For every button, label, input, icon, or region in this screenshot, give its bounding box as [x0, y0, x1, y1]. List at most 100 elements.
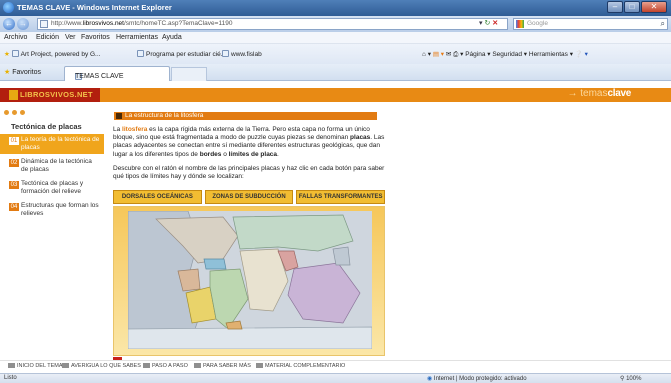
sidebar-item-4[interactable]: 04 Estructuras que forman los relieves	[0, 200, 104, 220]
address-actions: ▾ ↻ ✕	[479, 19, 498, 27]
nav-bullet-icon	[8, 363, 15, 368]
nav-averigua[interactable]: AVERIGUA LO QUE SABES	[62, 363, 141, 369]
page-icon	[137, 50, 144, 57]
menu-bar: Archivo Edición Ver Favoritos Herramient…	[0, 32, 671, 44]
menu-favoritos[interactable]: Favoritos	[81, 34, 110, 41]
sidebar-item-3[interactable]: 03 Tectónica de placas y formación del r…	[0, 178, 104, 198]
subduccion-button[interactable]: ZONAS DE SUBDUCCIÓN	[204, 190, 294, 204]
sidebar-item-label: La teoría de la tectónica de placas	[21, 136, 100, 151]
security-zone: ◉ Internet | Modo protegido: activado	[427, 376, 527, 382]
plate-antarctic	[128, 326, 372, 349]
star-icon: ★	[4, 69, 11, 76]
favorites-bar: ★ Favoritos TEMAS CLAVE	[0, 64, 671, 81]
site-header: LIBROSVIVOS.NET → temasclave	[0, 88, 671, 102]
nav-para-saber-mas[interactable]: PARA SABER MÁS	[194, 363, 251, 369]
sidebar: Tectónica de placas 01 La teoría de la t…	[0, 122, 104, 222]
forward-button[interactable]: →	[17, 18, 29, 30]
stop-icon[interactable]: ✕	[492, 20, 498, 27]
zoom-control[interactable]: ⚲ 100%	[620, 375, 641, 382]
sidebar-item-label: Dinámica de la tectónica de placas	[21, 158, 92, 173]
ie-logo-icon	[3, 2, 14, 13]
refresh-icon[interactable]: ↻	[484, 20, 490, 27]
fallas-button[interactable]: FALLAS TRANSFORMANTES	[296, 190, 386, 204]
menu-ver[interactable]: Ver	[65, 34, 76, 41]
menu-herramientas[interactable]: Herramientas	[116, 34, 158, 41]
nav-material[interactable]: MATERIAL COMPLEMENTARIO	[256, 363, 345, 369]
sidebar-item-2[interactable]: 02 Dinámica de la tectónica de placas	[0, 156, 104, 176]
logo-mark-icon	[9, 90, 18, 100]
intro-paragraph: La litosfera es la capa rígida más exter…	[113, 126, 385, 158]
address-input[interactable]: http://www.librosvivos.net/smtc/homeTC.a…	[37, 18, 508, 30]
minimize-button[interactable]: –	[607, 1, 623, 13]
feeds-icon[interactable]: ▤ ▾	[433, 51, 444, 58]
menu-herramientas-cmd[interactable]: Herramientas ▾	[529, 51, 573, 58]
bottom-nav: INICIO DEL TEMA AVERIGUA LO QUE SABES PA…	[0, 360, 671, 371]
window-title: TEMAS CLAVE - Windows Internet Explorer	[17, 3, 172, 12]
tectonic-plates-map[interactable]	[128, 211, 372, 349]
new-tab-button[interactable]	[171, 67, 207, 81]
help-icon[interactable]: ❔ ▾	[575, 51, 588, 58]
zoom-icon: ⚲	[620, 376, 625, 382]
site-logo[interactable]: LIBROSVIVOS.NET	[0, 88, 100, 102]
google-icon	[516, 20, 524, 28]
nav-bullet-icon	[143, 363, 150, 368]
command-bar: ⌂ ▾ ▤ ▾ ✉ ⎙ ▾ Página ▾ Seguridad ▾ Herra…	[422, 50, 588, 59]
nav-bullet-icon	[256, 363, 263, 368]
links-bar: ★ Art Project, powered by G... Programa …	[0, 44, 671, 64]
page-icon	[11, 50, 19, 57]
tab-temas-clave[interactable]: TEMAS CLAVE	[64, 66, 170, 81]
bullet-icon	[116, 113, 122, 119]
plate-caribbean	[203, 258, 227, 270]
address-dropdown-icon[interactable]: ▾	[479, 20, 483, 27]
home-icon[interactable]: ⌂ ▾	[422, 51, 431, 58]
link-programa[interactable]: Programa per estudiar cié...	[137, 50, 226, 58]
plate-map-panel	[113, 206, 385, 356]
window-controls: – □ ✕	[606, 1, 667, 13]
maximize-button[interactable]: □	[624, 1, 640, 13]
page-icon	[40, 20, 48, 28]
menu-seguridad[interactable]: Seguridad ▾	[492, 51, 527, 58]
link-fislab[interactable]: www.fislab	[222, 50, 262, 58]
plate-philippine	[332, 246, 351, 266]
nav-bullet-icon	[62, 363, 69, 368]
sidebar-item-label: Estructuras que forman los relieves	[21, 202, 99, 217]
main-content: La estructura de la litosfera La litosfe…	[113, 112, 385, 181]
menu-archivo[interactable]: Archivo	[4, 34, 27, 41]
sidebar-title: Tectónica de placas	[11, 122, 82, 131]
print-icon[interactable]: ⎙ ▾	[453, 51, 463, 58]
favorites-button[interactable]: ★ Favoritos	[4, 68, 41, 76]
section-title: La estructura de la litosfera	[125, 112, 204, 119]
decorative-dots	[4, 110, 28, 117]
close-button[interactable]: ✕	[641, 1, 667, 13]
link-art-project[interactable]: ★ Art Project, powered by G...	[4, 50, 100, 58]
back-button[interactable]: ←	[3, 18, 15, 30]
boundary-buttons: DORSALES OCEÁNICAS ZONAS DE SUBDUCCIÓN F…	[113, 190, 386, 204]
window-titlebar: TEMAS CLAVE - Windows Internet Explorer …	[0, 0, 671, 16]
star-icon: ★	[4, 51, 10, 58]
page-icon	[222, 50, 229, 57]
instruction-paragraph: Descubre con el ratón el nombre de las p…	[113, 164, 385, 181]
search-placeholder: Google	[527, 20, 548, 27]
status-bar: Listo ◉ Internet | Modo protegido: activ…	[0, 373, 671, 383]
globe-icon: ◉	[427, 376, 433, 382]
menu-edicion[interactable]: Edición	[36, 34, 59, 41]
sidebar-item-label: Tectónica de placas y formación del reli…	[21, 180, 84, 195]
url-text: http://www.librosvivos.net/smtc/homeTC.a…	[51, 20, 233, 27]
tab-title: TEMAS CLAVE	[75, 73, 124, 80]
brand-temas-clave: → temasclave	[567, 88, 631, 99]
status-text: Listo	[4, 375, 17, 381]
menu-pagina[interactable]: Página ▾	[465, 51, 490, 58]
logo-text: LIBROSVIVOS.NET	[20, 90, 93, 99]
search-icon[interactable]: ⌕	[661, 19, 665, 29]
plate-eurasia	[232, 214, 354, 252]
nav-bullet-icon	[194, 363, 201, 368]
menu-ayuda[interactable]: Ayuda	[162, 34, 182, 41]
search-field[interactable]: Google ⌕	[513, 18, 668, 30]
dorsales-button[interactable]: DORSALES OCEÁNICAS	[113, 190, 202, 204]
section-title-bar: La estructura de la litosfera	[114, 112, 377, 120]
mail-icon[interactable]: ✉	[446, 51, 451, 58]
address-toolbar: ← → http://www.librosvivos.net/smtc/home…	[0, 16, 671, 32]
sidebar-item-1[interactable]: 01 La teoría de la tectónica de placas	[0, 134, 104, 154]
nav-inicio[interactable]: INICIO DEL TEMA	[8, 363, 63, 369]
nav-paso-a-paso[interactable]: PASO A PASO	[143, 363, 188, 369]
